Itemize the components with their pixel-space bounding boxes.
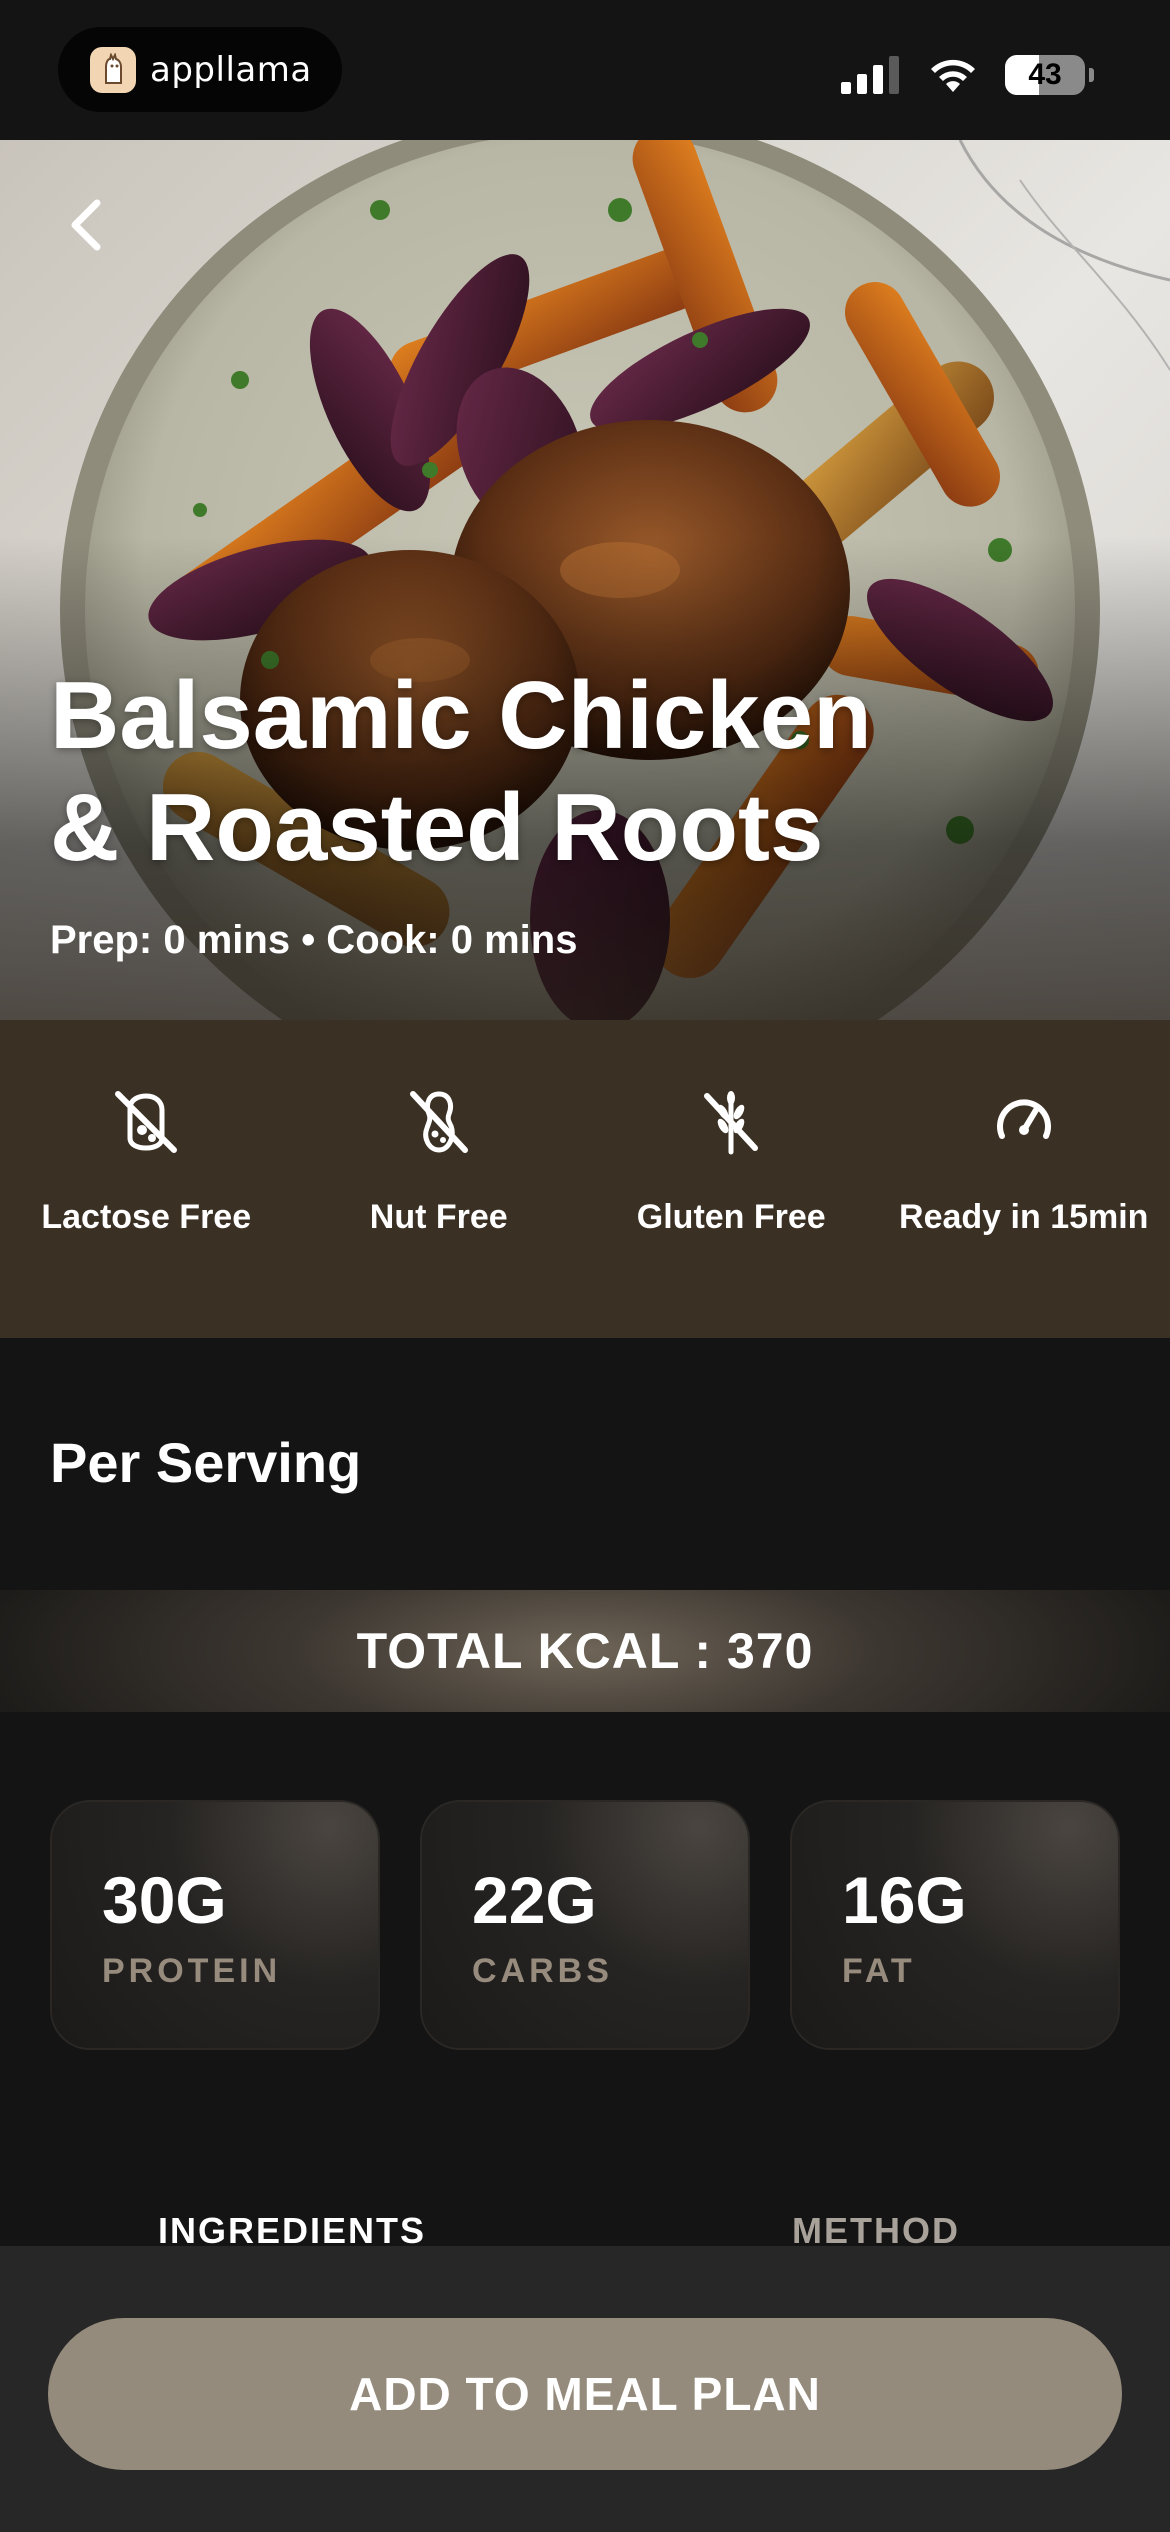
macro-value: 16G	[842, 1863, 967, 1937]
diet-tag-gluten-free: Gluten Free	[585, 1020, 878, 1338]
macro-card-fat: 16G FAT	[790, 1800, 1120, 2050]
wifi-icon	[931, 59, 975, 92]
total-kcal: TOTAL KCAL : 370	[356, 1623, 814, 1679]
diet-tag-label: Nut Free	[369, 1198, 508, 1236]
speedometer-icon	[996, 1099, 1051, 1139]
recipe-title-line-2: & Roasted Roots	[50, 774, 824, 881]
no-wheat-icon	[704, 1091, 759, 1155]
hero-gradient-overlay	[0, 140, 1170, 1020]
per-serving-heading: Per Serving	[50, 1431, 362, 1494]
macro-value: 22G	[472, 1863, 597, 1937]
battery-tip	[1089, 68, 1094, 82]
macro-card-protein: 30G PROTEIN	[50, 1800, 380, 2050]
tab-method[interactable]: METHOD	[792, 2210, 960, 2250]
battery-icon: 43	[1005, 55, 1085, 95]
macro-card-carbs: 22G CARBS	[420, 1800, 750, 2050]
no-peanut-icon	[409, 1091, 468, 1153]
dietary-tags: Lactose Free Nut Free Gluten Free Ready …	[0, 1020, 1170, 1338]
macro-value: 30G	[102, 1863, 227, 1937]
tab-ingredients[interactable]: INGREDIENTS	[158, 2210, 426, 2250]
status-icons: 43	[841, 55, 1094, 95]
app-indicator-pill[interactable]: appllama	[58, 27, 342, 112]
llama-logo-icon	[90, 46, 136, 93]
prep-cook-time: Prep: 0 mins • Cook: 0 mins	[50, 918, 578, 962]
diet-tag-lactose-free: Lactose Free	[0, 1020, 293, 1338]
battery-percentage: 43	[1028, 58, 1062, 91]
app-name: appllama	[150, 49, 312, 90]
bottom-action-bar: ADD TO MEAL PLAN	[0, 2246, 1170, 2532]
macro-cards: 30G PROTEIN 22G CARBS 16G FAT	[50, 1800, 1120, 2050]
diet-tag-ready-time: Ready in 15min	[878, 1020, 1170, 1338]
cellular-signal-icon	[841, 56, 899, 94]
diet-tag-label: Lactose Free	[41, 1198, 252, 1236]
status-bar: appllama 43	[0, 0, 1170, 140]
total-kcal-banner: TOTAL KCAL : 370	[0, 1590, 1170, 1712]
recipe-tabs: INGREDIENTS METHOD	[0, 2210, 1170, 2250]
diet-tag-label: Gluten Free	[636, 1198, 826, 1236]
macro-label: PROTEIN	[102, 1952, 282, 1990]
no-milk-icon	[115, 1091, 178, 1153]
macro-label: CARBS	[472, 1952, 613, 1990]
macro-label: FAT	[842, 1952, 916, 1990]
recipe-hero-image: Balsamic Chicken & Roasted Roots Prep: 0…	[0, 140, 1170, 1020]
diet-tag-label: Ready in 15min	[899, 1198, 1149, 1236]
add-to-meal-plan-button[interactable]: ADD TO MEAL PLAN	[48, 2318, 1122, 2470]
diet-tag-nut-free: Nut Free	[293, 1020, 586, 1338]
chevron-left-icon	[71, 199, 101, 251]
recipe-title-line-1: Balsamic Chicken	[50, 662, 872, 769]
back-button[interactable]	[50, 190, 120, 260]
recipe-title: Balsamic Chicken & Roasted Roots	[50, 660, 1100, 884]
